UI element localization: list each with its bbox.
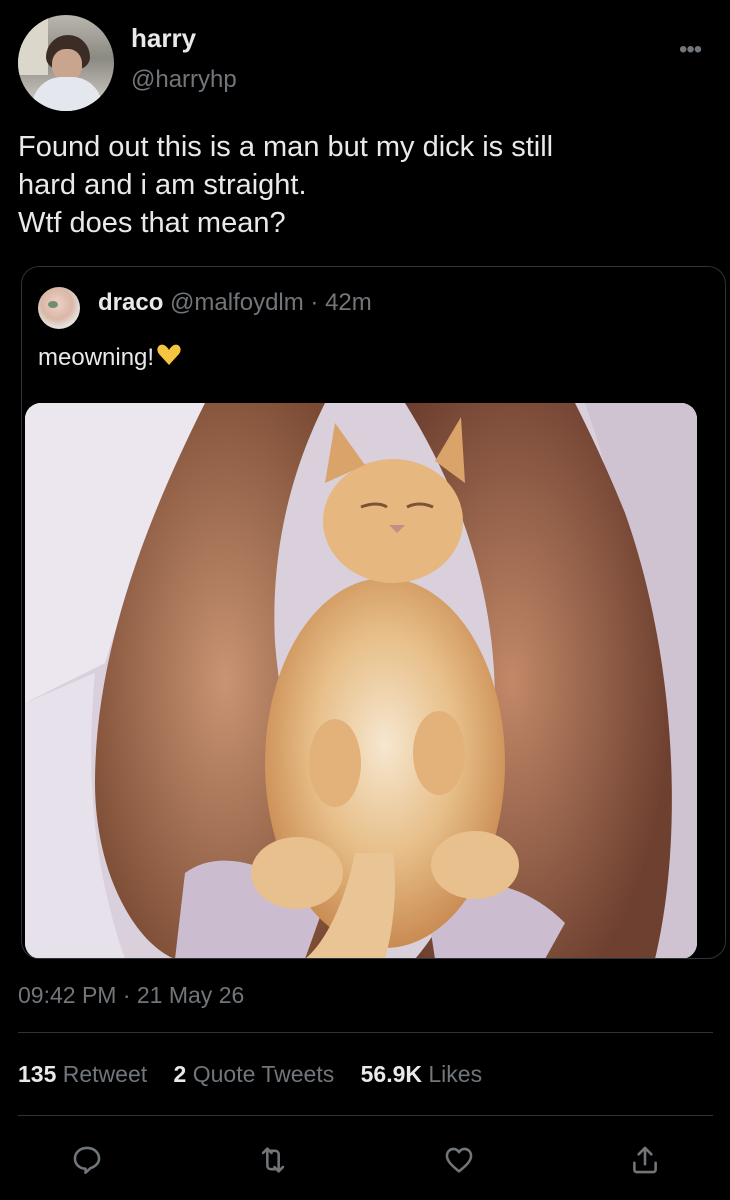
share-icon bbox=[633, 1146, 657, 1174]
tweet-stats: 135 Retweet 2 Quote Tweets 56.9K Likes bbox=[18, 1061, 502, 1088]
reply-icon bbox=[73, 1146, 101, 1175]
quote-tweets-link[interactable]: 2 Quote Tweets bbox=[174, 1061, 335, 1088]
quoted-author-avatar[interactable] bbox=[38, 287, 80, 329]
likes-count: 56.9K bbox=[360, 1061, 422, 1087]
quoted-tweet-photo[interactable] bbox=[25, 403, 697, 958]
author-avatar[interactable] bbox=[18, 15, 114, 111]
quoted-author-meta: @malfoydlm · 42m bbox=[163, 289, 372, 316]
quoted-tweet-card[interactable]: draco @malfoydlm · 42m meowning! bbox=[21, 266, 726, 959]
retweet-icon bbox=[261, 1147, 285, 1173]
like-icon bbox=[445, 1147, 473, 1173]
retweet-count-label: Retweet bbox=[62, 1061, 148, 1087]
retweet-count: 135 bbox=[18, 1061, 57, 1087]
kitten-photo-illustration bbox=[25, 403, 697, 958]
reply-button[interactable] bbox=[67, 1140, 107, 1180]
likes-label: Likes bbox=[428, 1061, 483, 1087]
like-button[interactable] bbox=[439, 1140, 479, 1180]
quoted-author-name[interactable]: draco bbox=[98, 289, 163, 316]
retweet-count-link[interactable]: 135 Retweet bbox=[18, 1061, 147, 1088]
quoted-tweet-header: draco @malfoydlm · 42m bbox=[98, 289, 372, 317]
tweet-text-line: Found out this is a man but my dick is s… bbox=[18, 131, 554, 163]
retweet-button[interactable] bbox=[253, 1140, 293, 1180]
author-handle[interactable]: @harryhp bbox=[131, 66, 237, 94]
tweet-action-bar bbox=[0, 1140, 730, 1184]
tweet: harry @harryhp ••• Found out this is a m… bbox=[0, 0, 730, 1200]
tweet-text-line: hard and i am straight. bbox=[18, 169, 307, 201]
likes-link[interactable]: 56.9K Likes bbox=[361, 1061, 482, 1088]
author-display-name[interactable]: harry bbox=[131, 23, 196, 54]
quoted-tweet-text: meowning! bbox=[38, 343, 182, 374]
quote-tweets-count: 2 bbox=[173, 1061, 187, 1087]
tweet-text: Found out this is a man but my dick is s… bbox=[18, 128, 708, 242]
divider bbox=[18, 1115, 713, 1116]
more-horizontal-icon[interactable]: ••• bbox=[679, 36, 702, 64]
tweet-timestamp[interactable]: 09:42 PM · 21 May 26 bbox=[18, 982, 244, 1009]
share-button[interactable] bbox=[625, 1140, 665, 1180]
quote-tweets-label: Quote Tweets bbox=[192, 1061, 335, 1087]
yellow-heart-icon bbox=[156, 343, 182, 374]
tweet-text-line: Wtf does that mean? bbox=[18, 207, 286, 239]
quoted-tweet-text-body: meowning! bbox=[38, 344, 155, 371]
divider bbox=[18, 1032, 713, 1033]
